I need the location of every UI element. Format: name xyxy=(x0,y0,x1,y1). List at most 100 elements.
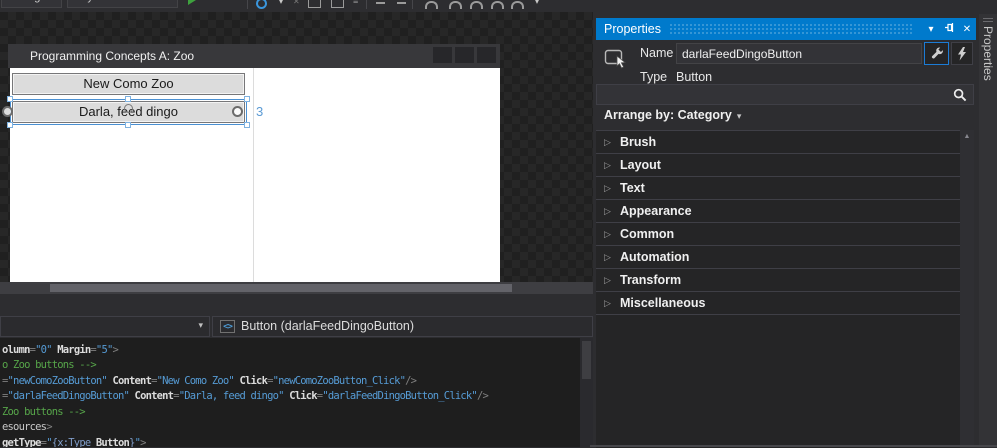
events-mode-button[interactable] xyxy=(951,42,973,65)
code-token: olumn xyxy=(2,344,30,356)
category-row-transform[interactable]: ▷Transform xyxy=(596,268,960,291)
margin-value-badge: 3 xyxy=(256,104,263,119)
arc-toolbar-icon[interactable] xyxy=(470,1,483,9)
autohide-tab-strip[interactable]: Properties xyxy=(979,14,997,447)
code-token: "darlaFeedDingoButton_Click" xyxy=(322,390,477,402)
code-token: "newComoZooButton" xyxy=(8,375,107,387)
code-token: Click xyxy=(289,390,317,402)
property-category-list: ▷Brush▷Layout▷Text▷Appearance▷Common▷Aut… xyxy=(596,130,960,314)
category-row-appearance[interactable]: ▷Appearance xyxy=(596,199,960,222)
code-token: Content xyxy=(112,375,151,387)
category-label: Text xyxy=(620,181,645,195)
expander-icon[interactable]: ▷ xyxy=(596,183,620,194)
category-label: Brush xyxy=(620,135,656,149)
designer-hscroll-thumb[interactable] xyxy=(50,284,512,292)
category-label: Layout xyxy=(620,158,661,172)
category-label: Miscellaneous xyxy=(620,296,705,310)
code-token: esources xyxy=(2,421,46,433)
code-line: esources> xyxy=(2,420,488,436)
resize-handle-bottom-left[interactable] xyxy=(7,122,13,128)
category-row-brush[interactable]: ▷Brush xyxy=(596,130,960,153)
properties-search-input[interactable] xyxy=(601,86,945,105)
expander-icon[interactable]: ▷ xyxy=(596,229,620,240)
expander-icon[interactable]: ▷ xyxy=(596,137,620,148)
caret-toolbar-icon[interactable]: ▾ xyxy=(535,0,539,6)
window-menu-icon[interactable]: ▾ xyxy=(922,24,940,35)
arc-toolbar-icon[interactable] xyxy=(511,1,524,9)
code-lines: olumnDefinition Width="*"/>olumn="0" Mar… xyxy=(2,338,488,447)
dash-toolbar-icon[interactable] xyxy=(376,2,385,4)
arrange-by-dropdown[interactable]: Arrange by: Category▾ xyxy=(604,108,741,122)
close-icon[interactable]: ✕ xyxy=(958,24,976,35)
search-toolbar-icon[interactable] xyxy=(256,0,267,9)
design-window[interactable]: Programming Concepts A: Zoo New Como Zoo… xyxy=(8,44,500,282)
category-label: Common xyxy=(620,227,674,241)
pin-icon[interactable] xyxy=(940,22,958,36)
pin-icon xyxy=(944,22,955,33)
start-button[interactable]: Start xyxy=(202,0,225,3)
chevron-down-icon: ▾ xyxy=(732,111,742,121)
code-token: > xyxy=(46,421,52,433)
caret-toolbar-icon[interactable]: ▾ xyxy=(279,0,283,6)
box-toolbar-icon[interactable] xyxy=(308,0,321,8)
platform-label: Any CPU xyxy=(74,0,119,3)
resize-handle-bottom-right[interactable] xyxy=(244,122,250,128)
box-toolbar-icon[interactable] xyxy=(331,0,344,8)
properties-search-box[interactable] xyxy=(596,84,974,105)
dash-toolbar-icon[interactable] xyxy=(397,2,406,4)
type-value: Button xyxy=(676,70,712,84)
resize-handle-bottom-mid[interactable] xyxy=(125,122,131,128)
properties-mode-button[interactable] xyxy=(924,42,949,65)
resize-handle-top-right[interactable] xyxy=(244,96,250,102)
category-row-layout[interactable]: ▷Layout xyxy=(596,153,960,176)
resize-handle-top-mid[interactable] xyxy=(125,96,131,102)
arc-toolbar-icon[interactable] xyxy=(425,1,438,9)
search-icon[interactable] xyxy=(953,88,967,107)
category-label: Transform xyxy=(620,273,681,287)
code-line: getType="{x:Type Button}"> xyxy=(2,436,488,448)
code-editor-vertical-scrollbar[interactable] xyxy=(580,338,593,447)
category-row-common[interactable]: ▷Common xyxy=(596,222,960,245)
debug-configuration-label: Debug xyxy=(8,0,40,3)
element-dropdown[interactable]: <> Button (darlaFeedDingoButton) xyxy=(212,316,593,337)
anchor-ring-left[interactable] xyxy=(2,106,13,117)
category-row-miscellaneous[interactable]: ▷Miscellaneous xyxy=(596,291,960,314)
platform-dropdown[interactable]: Any CPU xyxy=(67,0,178,8)
designed-button-new-como-zoo[interactable]: New Como Zoo xyxy=(12,73,245,95)
design-surface[interactable]: New Como Zoo Darla, feed dingo 3 xyxy=(10,68,500,282)
debug-configuration-dropdown[interactable]: Debug xyxy=(1,0,62,8)
properties-vertical-tab[interactable]: Properties xyxy=(981,26,995,81)
expander-icon[interactable]: ▷ xyxy=(596,275,620,286)
resize-handle-top-left[interactable] xyxy=(7,96,13,102)
wrench-icon xyxy=(930,47,944,61)
properties-titlebar[interactable]: Properties ▾ ✕ xyxy=(596,18,976,40)
category-row-automation[interactable]: ▷Automation xyxy=(596,245,960,268)
code-token: Margin xyxy=(57,344,90,356)
namespace-dropdown[interactable]: ▾ xyxy=(0,316,210,337)
anchor-ring-right[interactable] xyxy=(232,106,243,117)
type-label: Type xyxy=(640,70,667,84)
properties-scrollbar[interactable]: ▲ xyxy=(960,130,974,447)
code-token: olumnDefinition Width xyxy=(2,338,118,340)
code-token: > xyxy=(113,344,119,356)
toolbar-separator xyxy=(366,0,367,9)
xaml-code-editor[interactable]: olumnDefinition Width="*"/>olumn="0" Mar… xyxy=(0,338,593,447)
code-vscroll-thumb[interactable] xyxy=(582,341,591,379)
name-input[interactable] xyxy=(676,43,922,64)
expander-icon[interactable]: ▷ xyxy=(596,160,620,171)
code-token: /> xyxy=(140,338,151,340)
expander-icon[interactable]: ▷ xyxy=(596,298,620,309)
arc-toolbar-icon[interactable] xyxy=(449,1,462,9)
code-token: > xyxy=(140,437,146,448)
expander-icon[interactable]: ▷ xyxy=(596,252,620,263)
arc-toolbar-icon[interactable] xyxy=(491,1,504,9)
close-toolbar-icon[interactable]: ✕ xyxy=(293,0,300,6)
name-label: Name xyxy=(640,46,673,60)
start-play-icon[interactable] xyxy=(188,0,196,5)
code-line: ="darlaFeedDingoButton" Content="Darla, … xyxy=(2,389,488,405)
lines-toolbar-icon[interactable]: ≡ xyxy=(353,0,358,6)
expander-icon[interactable]: ▷ xyxy=(596,206,620,217)
category-row-text[interactable]: ▷Text xyxy=(596,176,960,199)
scrollbar-up-icon[interactable]: ▲ xyxy=(960,133,974,140)
designer-horizontal-scrollbar[interactable] xyxy=(0,282,593,294)
